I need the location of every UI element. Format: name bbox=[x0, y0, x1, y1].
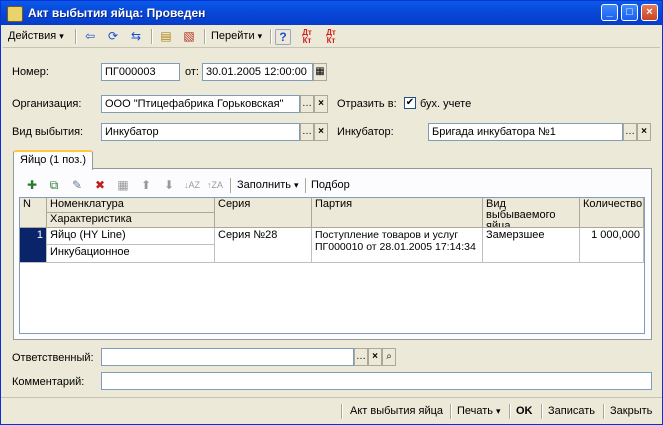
disposal-type-clear-icon[interactable]: × bbox=[314, 123, 328, 141]
number-field[interactable]: ПГ000003 bbox=[101, 63, 180, 81]
add-row-icon[interactable]: ✚ bbox=[23, 177, 41, 194]
accounting-checkbox[interactable]: ✔ bbox=[404, 97, 416, 109]
title-bar: Акт выбытия яйца: Проведен _ □ × bbox=[1, 1, 662, 25]
incubator-clear-icon[interactable]: × bbox=[637, 123, 651, 141]
date-field[interactable]: 30.01.2005 12:00:00 bbox=[202, 63, 313, 81]
sync-icon[interactable]: ⇆ bbox=[127, 28, 145, 45]
toolbar-separator bbox=[270, 29, 272, 44]
help-icon[interactable]: ? bbox=[275, 29, 291, 45]
calendar-icon[interactable]: ▦ bbox=[313, 63, 327, 81]
goto-menu[interactable]: Перейти bbox=[211, 28, 262, 45]
bottom-command-bar: Акт выбытия яйца Печать OK Записать Закр… bbox=[1, 397, 662, 424]
toolbar-separator bbox=[230, 178, 232, 193]
cell-disposal-type[interactable]: Замерзшее bbox=[483, 228, 580, 263]
date-label: от: bbox=[185, 66, 199, 78]
header-quantity[interactable]: Количество bbox=[580, 198, 644, 228]
dt-kt-icon[interactable]: Дт Кт bbox=[297, 28, 317, 46]
incubator-select-button[interactable]: … bbox=[623, 123, 637, 141]
accounting-checkbox-label: бух. учете bbox=[420, 98, 472, 110]
cell-n[interactable]: 1 bbox=[20, 228, 47, 263]
header-n[interactable]: N bbox=[20, 198, 47, 228]
header-series[interactable]: Серия bbox=[215, 198, 312, 228]
window-title: Акт выбытия яйца: Проведен bbox=[28, 6, 206, 20]
number-label: Номер: bbox=[12, 66, 49, 78]
organization-field[interactable]: ООО "Птицефабрика Горьковская" bbox=[101, 95, 300, 113]
close-window-button[interactable]: × bbox=[641, 4, 658, 21]
app-icon bbox=[7, 6, 23, 22]
cell-series[interactable]: Серия №28 bbox=[215, 228, 312, 263]
report-button[interactable]: Акт выбытия яйца bbox=[350, 403, 443, 419]
cell-characteristic[interactable]: Инкубационное bbox=[47, 245, 215, 263]
back-arrow-icon[interactable]: ⇦ bbox=[81, 28, 99, 45]
responsible-search-icon[interactable]: ⌕ bbox=[382, 348, 396, 366]
move-up-icon[interactable]: ⬆ bbox=[137, 177, 155, 194]
organization-clear-icon[interactable]: × bbox=[314, 95, 328, 113]
toolbar-separator bbox=[603, 404, 605, 419]
responsible-select-button[interactable]: … bbox=[354, 348, 368, 366]
header-characteristic[interactable]: Характеристика bbox=[47, 213, 215, 228]
toolbar-separator bbox=[204, 29, 206, 44]
disposal-type-select-button[interactable]: … bbox=[300, 123, 314, 141]
dt-kt-n-icon[interactable]: Дт Кт bbox=[321, 28, 341, 46]
cell-quantity[interactable]: 1 000,000 bbox=[580, 228, 644, 263]
post-document-icon[interactable]: ▤ bbox=[157, 28, 175, 45]
end-edit-icon[interactable]: ▦ bbox=[114, 177, 132, 194]
refresh-icon[interactable]: ⟳ bbox=[104, 28, 122, 45]
organization-label: Организация: bbox=[12, 98, 82, 110]
select-button[interactable]: Подбор bbox=[311, 177, 350, 194]
disposal-type-label: Вид выбытия: bbox=[12, 126, 84, 138]
organization-select-button[interactable]: … bbox=[300, 95, 314, 113]
comment-label: Комментарий: bbox=[12, 376, 85, 388]
responsible-clear-icon[interactable]: × bbox=[368, 348, 382, 366]
toolbar-separator bbox=[509, 404, 511, 419]
actions-menu[interactable]: Действия bbox=[8, 28, 64, 45]
sort-descending-icon[interactable]: ↑ZA bbox=[206, 177, 224, 194]
save-button[interactable]: Записать bbox=[548, 403, 595, 419]
incubator-field[interactable]: Бригада инкубатора №1 bbox=[428, 123, 623, 141]
header-nomenclature[interactable]: Номенклатура bbox=[47, 198, 215, 213]
ok-button[interactable]: OK bbox=[516, 403, 533, 419]
header-disposal-type[interactable]: Вид выбываемого яйца bbox=[483, 198, 580, 228]
incubator-label: Инкубатор: bbox=[337, 126, 394, 138]
toolbar-separator bbox=[151, 29, 153, 44]
sort-ascending-icon[interactable]: ↓AZ bbox=[183, 177, 201, 194]
toolbar-separator bbox=[541, 404, 543, 419]
toolbar-separator bbox=[75, 29, 77, 44]
main-toolbar: Действия ⇦ ⟳ ⇆ ▤ ▧ Перейти ? Дт Кт Дт Кт bbox=[3, 26, 660, 48]
responsible-field[interactable] bbox=[101, 348, 354, 366]
unpost-document-icon[interactable]: ▧ bbox=[180, 28, 198, 45]
minimize-button[interactable]: _ bbox=[601, 4, 618, 21]
responsible-label: Ответственный: bbox=[12, 352, 94, 364]
cell-nomenclature[interactable]: Яйцо (HY Line) bbox=[47, 228, 215, 245]
maximize-button[interactable]: □ bbox=[621, 4, 638, 21]
toolbar-separator bbox=[305, 178, 307, 193]
print-menu[interactable]: Печать bbox=[457, 403, 501, 419]
move-down-icon[interactable]: ⬇ bbox=[160, 177, 178, 194]
header-batch[interactable]: Партия bbox=[312, 198, 483, 228]
comment-field[interactable] bbox=[101, 372, 652, 390]
edit-row-icon[interactable]: ✎ bbox=[68, 177, 86, 194]
fill-menu[interactable]: Заполнить bbox=[237, 177, 299, 194]
disposal-type-field[interactable]: Инкубатор bbox=[101, 123, 300, 141]
toolbar-separator bbox=[341, 404, 343, 419]
document-window: Акт выбытия яйца: Проведен _ □ × Действи… bbox=[0, 0, 663, 425]
cell-batch[interactable]: Поступление товаров и услуг ПГ000010 от … bbox=[312, 228, 483, 263]
delete-row-icon[interactable]: ✖ bbox=[91, 177, 109, 194]
eggs-table[interactable]: N Номенклатура Характеристика Серия Парт… bbox=[19, 197, 645, 334]
reflect-label: Отразить в: bbox=[337, 98, 397, 110]
tab-eggs[interactable]: Яйцо (1 поз.) bbox=[13, 150, 93, 170]
close-button[interactable]: Закрыть bbox=[610, 403, 652, 419]
toolbar-separator bbox=[450, 404, 452, 419]
copy-row-icon[interactable]: ⧉ bbox=[45, 177, 63, 194]
